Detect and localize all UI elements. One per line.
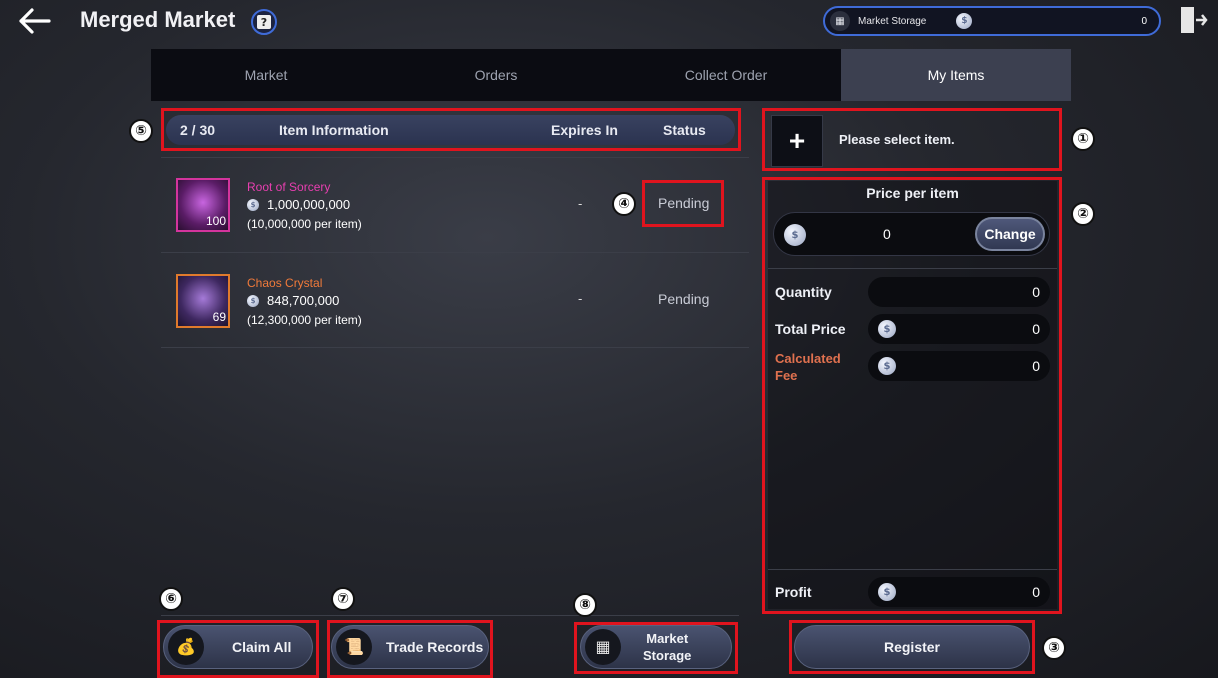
annotation-marker-6: ⑥ [159, 587, 183, 611]
tab-my-items[interactable]: My Items [841, 49, 1071, 101]
col-expires-in: Expires In [551, 122, 618, 138]
tab-bar: Market Orders Collect Order My Items [151, 49, 1071, 101]
storage-chest-icon: ▦ [585, 629, 621, 665]
list-item[interactable]: 69 Chaos Crystal $ 848,700,000 (12,300,0… [161, 253, 749, 347]
market-storage-label: Market Storage [643, 631, 692, 663]
money-bag-icon: 💰 [168, 629, 204, 665]
storage-value: 0 [1141, 15, 1147, 27]
profit-field: $ 0 [868, 577, 1050, 607]
item-quantity: 100 [205, 214, 226, 228]
coin-icon: $ [878, 357, 896, 375]
coin-icon: $ [878, 583, 896, 601]
select-item-slot[interactable]: + [771, 115, 823, 167]
price-value: 0 [883, 226, 891, 242]
annotation-marker-1: ① [1071, 127, 1095, 151]
root-of-sorcery-icon: 100 [176, 178, 230, 232]
fee-label-line-2: Fee [775, 368, 798, 383]
annotation-marker-7: ⑦ [331, 587, 355, 611]
fee-value: 0 [1032, 358, 1040, 374]
fee-label-line-1: Calculated [775, 351, 841, 366]
annotation-marker-8: ⑧ [573, 593, 597, 617]
item-price: 848,700,000 [267, 293, 340, 308]
coin-icon: $ [784, 224, 806, 246]
item-name: Root of Sorcery [247, 180, 331, 194]
price-input[interactable]: $ 0 Change [773, 212, 1050, 256]
col-status: Status [663, 122, 706, 138]
item-per-price: (10,000,000 per item) [247, 217, 362, 231]
trade-records-label: Trade Records [386, 639, 484, 655]
register-label: Register [883, 639, 941, 655]
claim-all-button[interactable]: 💰 Claim All [163, 625, 313, 669]
item-expires: - [578, 196, 583, 211]
list-header: 2 / 30 Item Information Expires In Statu… [166, 115, 735, 145]
back-arrow-icon[interactable] [16, 6, 52, 36]
item-status: Pending [658, 195, 710, 211]
item-per-price: (12,300,000 per item) [247, 313, 362, 327]
calculated-fee-label: Calculated Fee [775, 350, 841, 384]
total-price-value: 0 [1032, 321, 1040, 337]
profit-label: Profit [775, 584, 812, 600]
market-storage-button[interactable]: ▦ Market Storage [580, 625, 732, 669]
item-status: Pending [658, 291, 710, 307]
total-price-label: Total Price [775, 321, 846, 337]
col-item-information: Item Information [279, 122, 389, 138]
item-name: Chaos Crystal [247, 276, 323, 290]
trade-records-button[interactable]: 📜 Trade Records [331, 625, 489, 669]
tab-market[interactable]: Market [151, 49, 381, 101]
exit-icon[interactable] [1178, 5, 1208, 35]
price-per-item-title: Price per item [866, 185, 959, 201]
item-quantity: 69 [212, 310, 226, 324]
help-icon[interactable]: ? [251, 9, 277, 35]
scroll-icon: 📜 [336, 629, 372, 665]
quantity-input[interactable]: 0 [868, 277, 1050, 307]
page-title: Merged Market [80, 7, 236, 32]
annotation-marker-2: ② [1071, 202, 1095, 226]
change-button[interactable]: Change [975, 217, 1045, 251]
claim-all-label: Claim All [232, 639, 292, 655]
market-storage-bar[interactable]: ▦ Market Storage $ 0 [823, 6, 1161, 36]
annotation-marker-3: ③ [1042, 636, 1066, 660]
coin-icon: $ [878, 320, 896, 338]
item-price: 1,000,000,000 [267, 197, 351, 212]
coin-icon: $ [956, 13, 973, 29]
plus-icon: + [788, 125, 806, 156]
quantity-label: Quantity [775, 284, 832, 300]
total-price-field: $ 0 [868, 314, 1050, 344]
calculated-fee-field: $ 0 [868, 351, 1050, 381]
quantity-value: 0 [1032, 284, 1040, 300]
storage-chest-icon: ▦ [830, 11, 850, 31]
list-item[interactable]: 100 Root of Sorcery $ 1,000,000,000 (10,… [161, 158, 749, 252]
item-count: 2 / 30 [180, 122, 216, 138]
select-prompt: Please select item. [839, 132, 955, 147]
tab-collect-order[interactable]: Collect Order [611, 49, 841, 101]
register-button[interactable]: Register [794, 625, 1030, 669]
coin-icon: $ [247, 198, 259, 211]
annotation-marker-5: ⑤ [129, 119, 153, 143]
tab-orders[interactable]: Orders [381, 49, 611, 101]
profit-value: 0 [1032, 584, 1040, 600]
storage-label: Market Storage [858, 15, 927, 27]
item-expires: - [578, 291, 583, 306]
chaos-crystal-icon: 69 [176, 274, 230, 328]
annotation-marker-4: ④ [612, 192, 636, 216]
coin-icon: $ [247, 294, 259, 307]
